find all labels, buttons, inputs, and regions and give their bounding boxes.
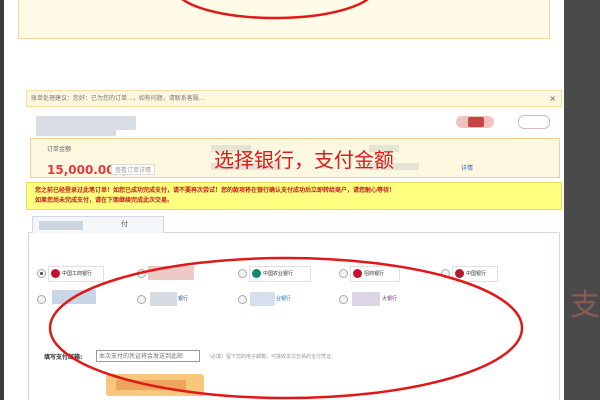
annotation-ellipse-banks (48, 256, 524, 400)
annotation-overlay (48, 0, 524, 400)
annotation-ellipse-top (181, 0, 369, 20)
